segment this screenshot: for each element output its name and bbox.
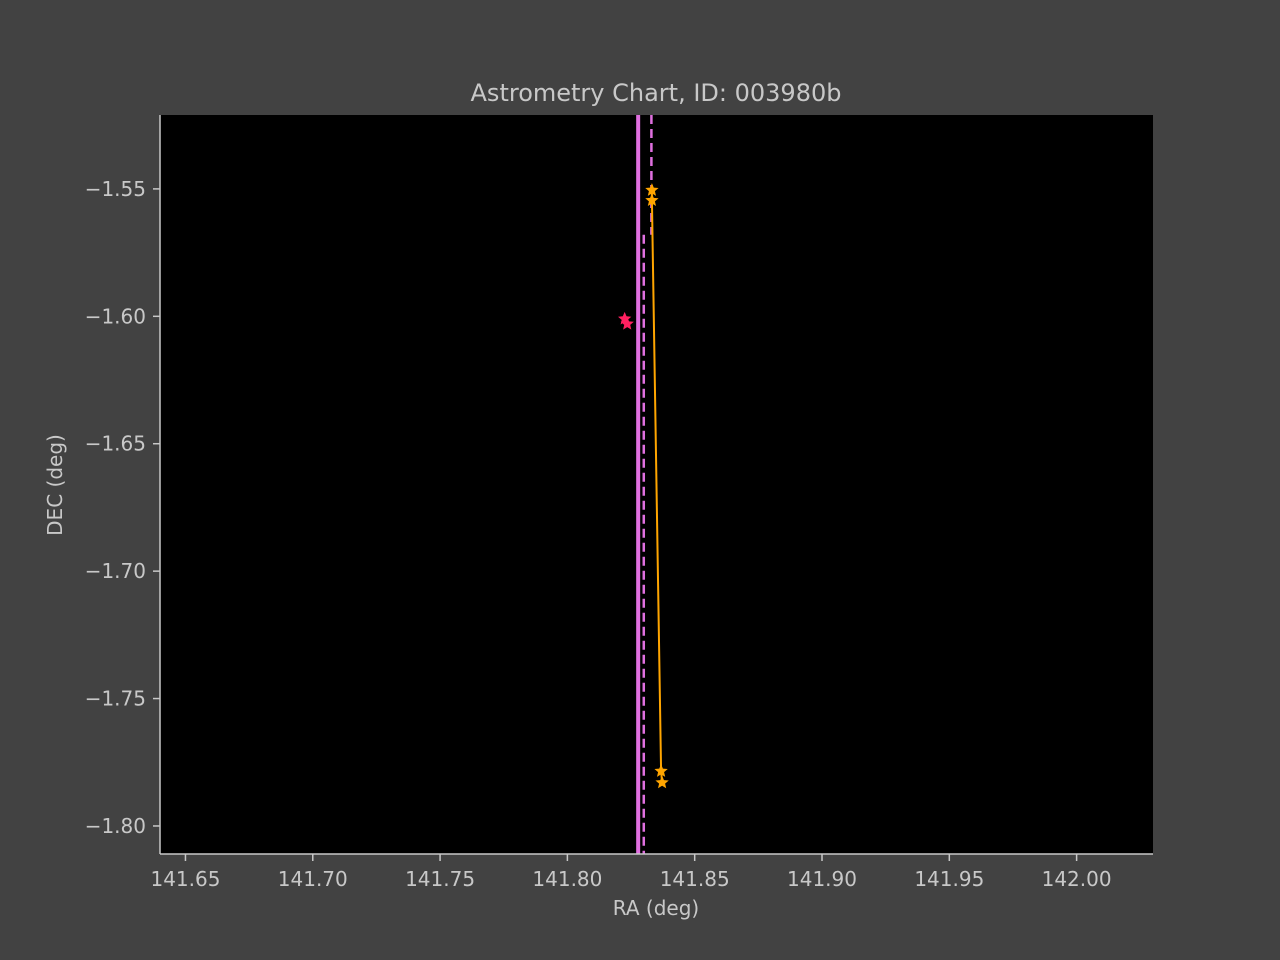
x-tick-label: 141.90 (787, 867, 857, 891)
x-tick-label: 141.95 (914, 867, 984, 891)
x-axis-label: RA (deg) (613, 896, 699, 920)
y-axis-label: DEC (deg) (43, 434, 67, 536)
chart-title: Astrometry Chart, ID: 003980b (471, 79, 842, 107)
x-tick-label: 141.65 (150, 867, 220, 891)
x-tick-label: 142.00 (1042, 867, 1112, 891)
x-tick-label: 141.70 (278, 867, 348, 891)
x-tick-label: 141.80 (532, 867, 602, 891)
y-tick-label: −1.80 (85, 814, 146, 838)
x-tick-label: 141.75 (405, 867, 475, 891)
y-tick-label: −1.55 (85, 177, 146, 201)
y-tick-label: −1.70 (85, 559, 146, 583)
x-tick-label: 141.85 (660, 867, 730, 891)
y-tick-label: −1.75 (85, 687, 146, 711)
y-tick-label: −1.60 (85, 304, 146, 328)
y-tick-label: −1.65 (85, 432, 146, 456)
astrometry-chart: Astrometry Chart, ID: 003980b 141.65 141.… (0, 0, 1280, 960)
